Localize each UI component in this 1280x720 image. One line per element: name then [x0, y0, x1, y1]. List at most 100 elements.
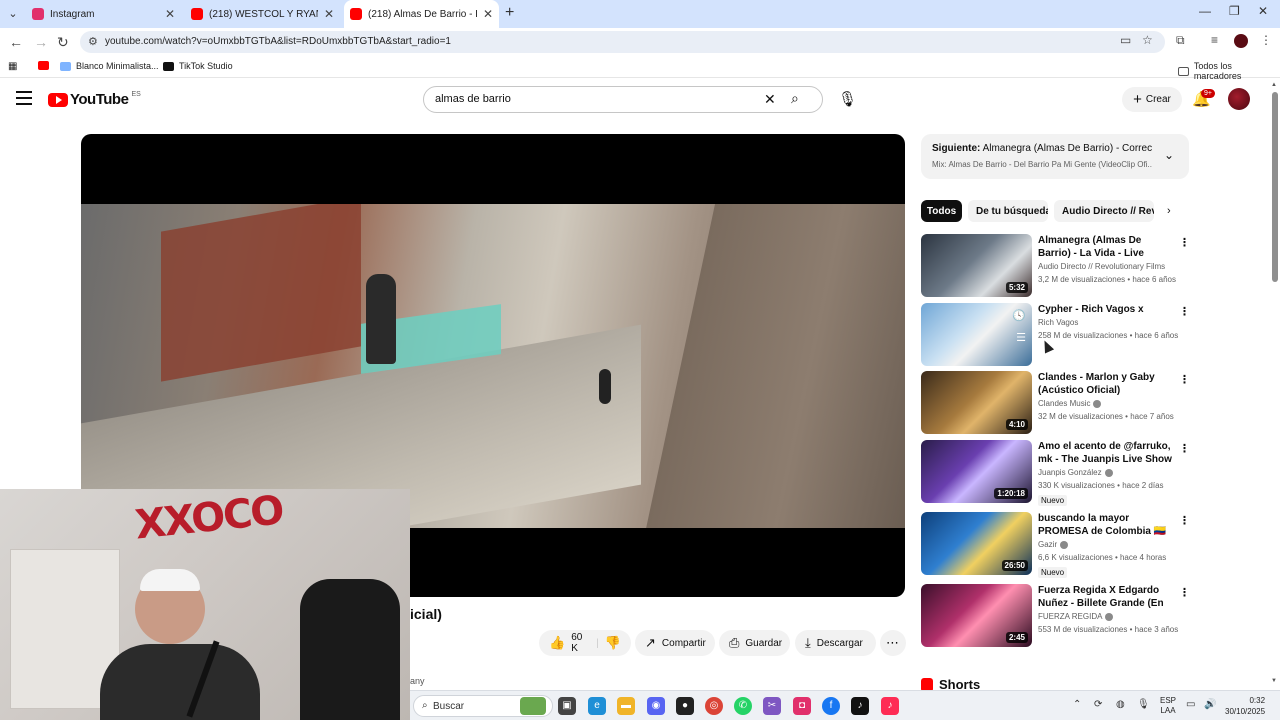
search-input[interactable]: almas de barrio [435, 93, 511, 105]
system-clock[interactable]: 0:32 30/10/2025 [1225, 695, 1265, 717]
obs-icon[interactable]: ● [676, 697, 694, 715]
back-icon[interactable]: ← [9, 34, 23, 50]
chip-todos[interactable]: Todos [921, 200, 962, 222]
add-to-queue-icon[interactable]: ☰ [1016, 331, 1026, 344]
chevron-down-icon[interactable]: ⌄ [1164, 148, 1174, 162]
video-thumbnail[interactable]: 5:32 [921, 234, 1032, 297]
recommendation-title[interactable]: buscando la mayor PROMESA de Colombia 🇨🇴… [1038, 512, 1173, 538]
recommendation-title[interactable]: Cypher - Rich Vagos x ALZADA [1038, 303, 1173, 316]
video-thumbnail[interactable]: 26:50 [921, 512, 1032, 575]
close-tab-icon[interactable]: ✕ [324, 7, 334, 21]
new-tab-button[interactable]: + [505, 4, 514, 22]
channel-name[interactable]: Gazir [1038, 540, 1057, 549]
search-box[interactable]: almas de barrio ✕ ⌕ [423, 86, 823, 113]
tab-search-button[interactable]: ⌄ [4, 5, 22, 23]
all-bookmarks-folder[interactable]: Todos los marcadores [1178, 61, 1280, 81]
tab-instagram[interactable]: Instagram ✕ [26, 0, 181, 28]
restore-icon[interactable]: ❐ [1229, 4, 1240, 18]
media-control-icon[interactable]: ≡ [1211, 33, 1218, 47]
mic-tray-icon[interactable]: 🎙 [1137, 699, 1150, 710]
forward-icon[interactable]: → [34, 34, 48, 50]
download-button[interactable]: ⤓ Descargar [795, 630, 876, 656]
create-button[interactable]: + Crear [1122, 87, 1182, 112]
apps-grid-icon[interactable]: ▦ [8, 61, 17, 72]
input-language[interactable]: ESP LAA [1160, 696, 1176, 716]
chip-de-tu-busqueda[interactable]: De tu búsqueda [968, 200, 1048, 222]
video-thumbnail[interactable]: 2:45 [921, 584, 1032, 647]
tab-westcol[interactable]: (218) WESTCOL Y RYAN CASTRO ✕ [185, 0, 340, 28]
recommendation-title[interactable]: Clandes - Marlon y Gaby (Acústico Oficia… [1038, 371, 1173, 397]
channel-name[interactable]: Audio Directo // Revolutionary Films [1038, 262, 1173, 271]
whatsapp-icon[interactable]: ✆ [734, 697, 752, 715]
chrome-icon[interactable]: ◎ [705, 697, 723, 715]
video-thumbnail[interactable]: 4:10 [921, 371, 1032, 434]
facebook-icon[interactable]: f [822, 697, 840, 715]
more-options-icon[interactable]: ⋮ [1179, 514, 1190, 527]
video-thumbnail[interactable]: 🕓 ☰ [921, 303, 1032, 366]
network-icon[interactable]: ▭ [1186, 699, 1195, 710]
page-scrollbar[interactable] [1272, 92, 1278, 282]
close-tab-icon[interactable]: ✕ [165, 7, 175, 21]
more-options-icon[interactable]: ⋮ [1179, 305, 1190, 318]
url-text[interactable]: youtube.com/watch?v=oUmxbbTGTbA&list=RDo… [105, 36, 451, 47]
guide-menu-icon[interactable] [16, 91, 32, 105]
like-count[interactable]: 60 K [571, 632, 590, 654]
search-icon[interactable]: ⌕ [791, 90, 799, 107]
discord-icon[interactable]: ◉ [647, 697, 665, 715]
tiktok-studio-icon[interactable]: ♪ [881, 697, 899, 715]
more-options-icon[interactable]: ⋮ [1179, 586, 1190, 599]
channel-name[interactable]: FUERZA REGIDA [1038, 612, 1102, 621]
bookmark-tiktok-studio[interactable]: TikTok Studio [163, 61, 233, 71]
more-options-icon[interactable]: ⋮ [1179, 442, 1190, 455]
account-avatar[interactable] [1228, 88, 1250, 110]
volume-icon[interactable]: 🔊 [1204, 699, 1216, 710]
close-window-icon[interactable]: ✕ [1258, 4, 1268, 18]
install-app-icon[interactable]: ▭ [1120, 33, 1131, 47]
chevron-right-icon[interactable]: › [1167, 205, 1171, 217]
recommendation-title[interactable]: Almanegra (Almas De Barrio) - La Vida - … [1038, 234, 1173, 260]
bookmark-youtube[interactable] [38, 61, 54, 70]
file-explorer-icon[interactable]: ▬ [617, 697, 635, 715]
sync-icon[interactable]: ⟳ [1094, 699, 1102, 710]
microphone-icon[interactable]: 🎙 [838, 90, 857, 108]
more-options-icon[interactable]: ⋮ [1179, 373, 1190, 386]
like-icon[interactable]: 👍 [549, 635, 565, 651]
omnibox[interactable]: ⚙ youtube.com/watch?v=oUmxbbTGTbA&list=R… [80, 31, 1165, 53]
chip-audio-directo[interactable]: Audio Directo // Revolu [1054, 200, 1154, 222]
browser-profile-avatar[interactable] [1234, 34, 1248, 48]
playlist-up-next-panel[interactable]: Siguiente: Almanegra (Almas De Barrio) -… [921, 134, 1189, 179]
tab-almas-de-barrio[interactable]: (218) Almas De Barrio - Del Barrio ✕ [344, 0, 499, 28]
more-actions-button[interactable]: ⋯ [880, 630, 906, 656]
edge-icon[interactable]: e [588, 697, 606, 715]
browser-menu-icon[interactable]: ⋮ [1260, 33, 1272, 47]
channel-name[interactable]: Juanpis González [1038, 468, 1102, 477]
show-hidden-icons-icon[interactable]: ⌃ [1073, 699, 1081, 710]
snipping-tool-icon[interactable]: ✂ [763, 697, 781, 715]
video-thumbnail[interactable]: 1:20:18 [921, 440, 1032, 503]
channel-name[interactable]: Clandes Music [1038, 399, 1090, 408]
reload-icon[interactable]: ↻ [57, 34, 69, 51]
more-options-icon[interactable]: ⋮ [1179, 236, 1190, 249]
tray-app-icon[interactable]: ◍ [1116, 699, 1125, 710]
recommendation-title[interactable]: Fuerza Regida X Edgardo Nuñez - Billete … [1038, 584, 1173, 610]
task-view-icon[interactable]: ▣ [558, 697, 576, 715]
tiktok-icon [163, 61, 174, 71]
site-info-icon[interactable]: ⚙ [88, 35, 98, 48]
scroll-down-arrow-icon[interactable]: ▼ [1271, 678, 1277, 684]
bookmark-star-icon[interactable]: ☆ [1142, 33, 1153, 47]
dislike-icon[interactable]: 👎 [605, 635, 621, 651]
save-button[interactable]: ⎙ Guardar [719, 630, 790, 656]
extensions-icon[interactable]: ⧉ [1176, 33, 1185, 48]
watch-later-icon[interactable]: 🕓 [1012, 309, 1026, 322]
tiktok-icon[interactable]: ♪ [851, 697, 869, 715]
bookmark-blanco-minimalista[interactable]: Blanco Minimalista... [60, 61, 159, 71]
minimize-icon[interactable]: — [1199, 4, 1211, 18]
recommendation-title[interactable]: Amo el acento de @farruko, mk - The Juan… [1038, 440, 1173, 466]
youtube-logo[interactable]: YouTube ES [48, 91, 141, 108]
scroll-up-arrow-icon[interactable]: ▲ [1271, 82, 1277, 88]
clear-search-icon[interactable]: ✕ [764, 91, 776, 108]
close-tab-icon[interactable]: ✕ [483, 7, 493, 21]
share-button[interactable]: ↗ Compartir [635, 630, 715, 656]
channel-name[interactable]: Rich Vagos [1038, 318, 1173, 327]
instagram-icon[interactable]: ◘ [793, 697, 811, 715]
